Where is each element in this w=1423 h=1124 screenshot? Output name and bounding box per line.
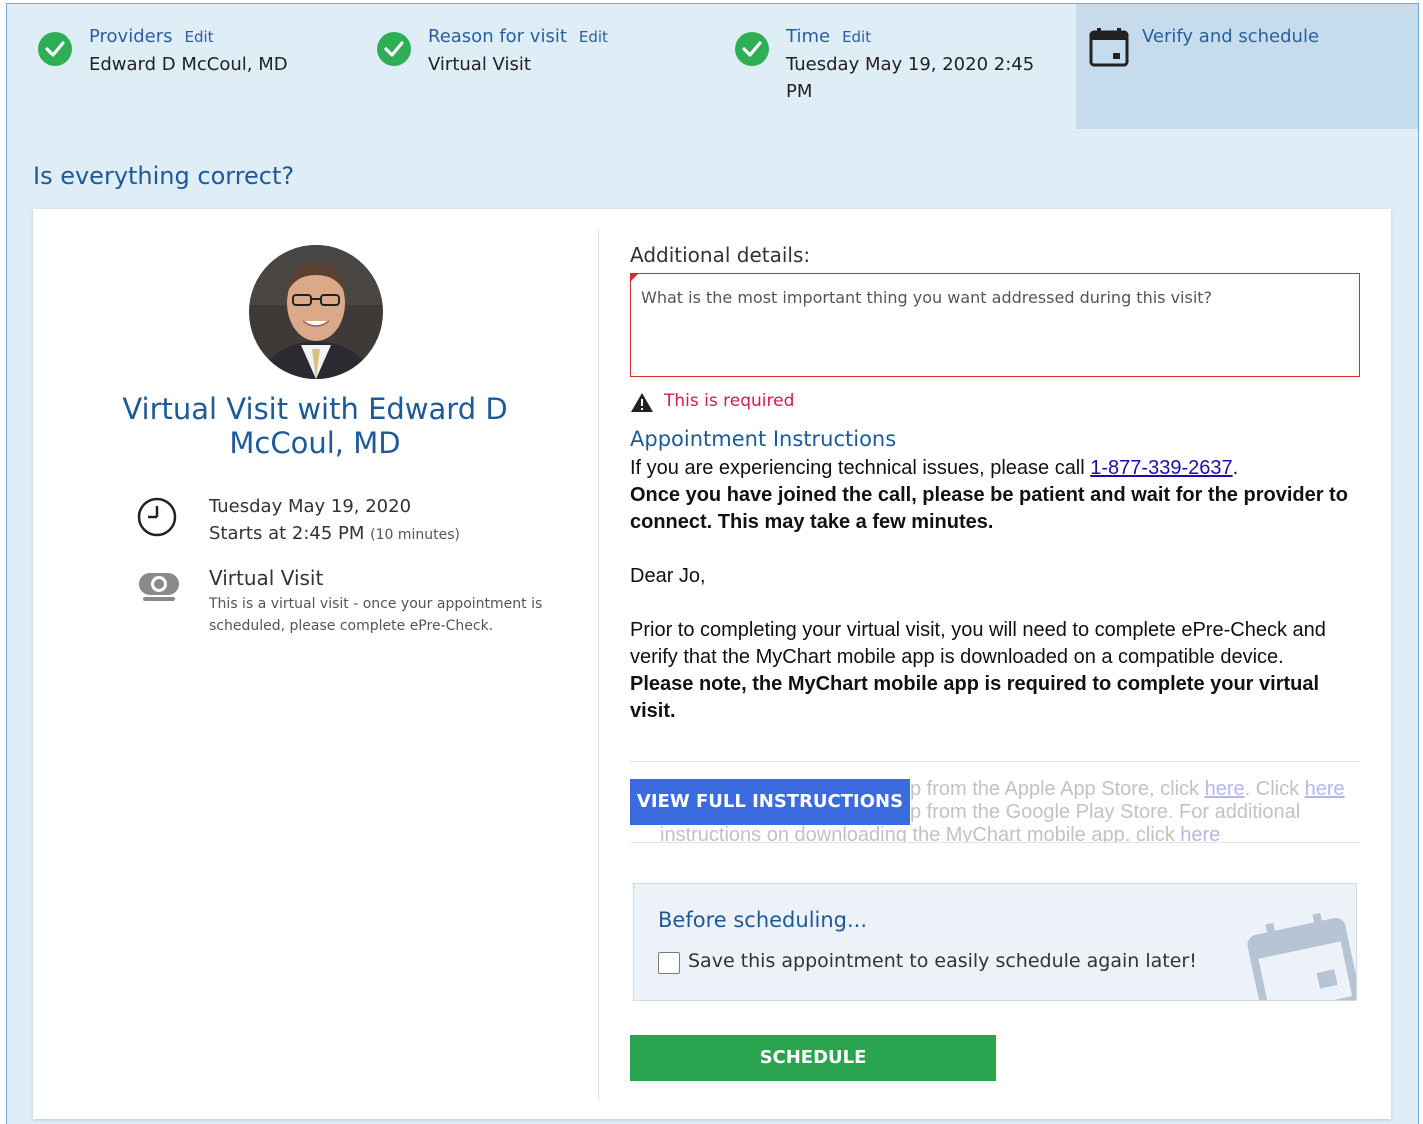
step-value: Edward D McCoul, MD [89, 54, 288, 75]
check-icon [38, 32, 72, 66]
column-divider [598, 231, 599, 1099]
visit-title: Virtual Visit with Edward D McCoul, MD [122, 392, 508, 460]
details-placeholder: What is the most important thing you wan… [641, 288, 1213, 307]
apple-store-link[interactable]: here [1205, 778, 1245, 800]
check-icon [735, 32, 769, 66]
instructions-title: Appointment Instructions [630, 427, 897, 451]
step-label: Reason for visit [428, 26, 567, 47]
page-question: Is everything correct? [33, 162, 295, 190]
tech-suffix: . [1232, 457, 1239, 479]
patience-note: Once you have joined the call, please be… [630, 484, 1348, 533]
start-time: Starts at 2:45 PM [209, 523, 365, 544]
download-instructions-link[interactable]: here [1180, 824, 1220, 842]
instructions-body: If you are experiencing technical issues… [630, 455, 1360, 725]
schedule-button[interactable]: SCHEDULE [630, 1035, 996, 1081]
edit-reason-link[interactable]: Edit [579, 28, 608, 46]
step-reason: Reason for visit Edit Virtual Visit [377, 4, 697, 129]
tech-text: If you are experiencing technical issues… [630, 457, 1091, 479]
appointment-time: Starts at 2:45 PM (10 minutes) [209, 523, 460, 544]
step-label: Providers [89, 26, 173, 47]
edit-time-link[interactable]: Edit [842, 28, 871, 46]
step-verify-active: Verify and schedule [1076, 4, 1418, 129]
visit-description: This is a virtual visit - once your appo… [209, 596, 543, 634]
warning-icon [631, 393, 653, 412]
additional-details-input[interactable]: What is the most important thing you wan… [630, 273, 1360, 377]
error-corner-marker [631, 274, 638, 281]
calendar-decoration-icon [1247, 912, 1356, 1000]
greeting: Dear Jo, [630, 565, 706, 587]
before-scheduling-title: Before scheduling... [658, 908, 868, 932]
provider-avatar [249, 245, 383, 379]
step-label: Time [786, 26, 831, 47]
step-value: Tuesday May 19, 2020 2:45 PM [786, 54, 1035, 102]
additional-details-label: Additional details: [630, 243, 811, 267]
clock-icon [137, 497, 177, 537]
save-appointment-checkbox[interactable] [658, 952, 680, 974]
step-providers: Providers Edit Edward D McCoul, MD [38, 4, 358, 129]
step-value: Virtual Visit [428, 54, 531, 75]
appointment-card: Virtual Visit with Edward D McCoul, MD T… [33, 209, 1391, 1119]
duration: (10 minutes) [370, 527, 461, 543]
calendar-icon [1089, 28, 1129, 67]
view-full-instructions-button[interactable]: VIEW FULL INSTRUCTIONS [630, 779, 910, 825]
before-scheduling-box: Before scheduling... Save this appointme… [633, 883, 1357, 1001]
phone-link[interactable]: 1-877-339-2637 [1090, 457, 1232, 479]
appointment-date: Tuesday May 19, 2020 [209, 496, 412, 517]
google-play-link[interactable]: here [1305, 778, 1345, 800]
save-appointment-label[interactable]: Save this appointment to easily schedule… [688, 950, 1197, 972]
app-required-note: Please note, the MyChart mobile app is r… [630, 673, 1320, 722]
step-label: Verify and schedule [1142, 26, 1320, 47]
visit-type: Virtual Visit [209, 566, 324, 590]
webcam-icon [139, 573, 179, 601]
scheduling-page: Providers Edit Edward D McCoul, MD Reason… [6, 3, 1419, 1124]
step-time: Time Edit Tuesday May 19, 2020 2:45 PM [735, 4, 1055, 129]
check-icon [377, 32, 411, 66]
required-error: This is required [664, 391, 795, 411]
prior-text: Prior to completing your virtual visit, … [630, 619, 1326, 668]
edit-providers-link[interactable]: Edit [185, 28, 214, 46]
